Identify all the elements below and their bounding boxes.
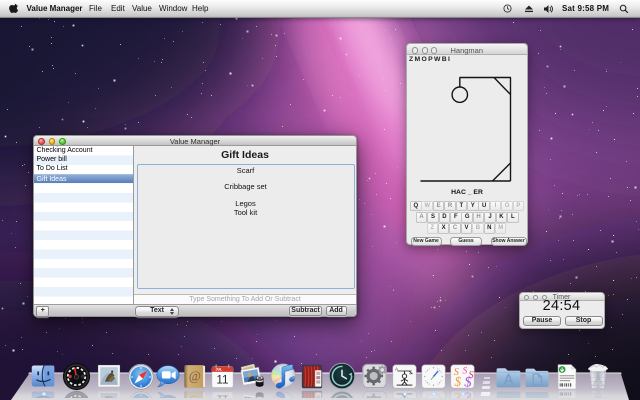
- svg-text:$: $: [454, 374, 461, 389]
- svg-text:JUL: JUL: [215, 368, 223, 372]
- svg-text:11: 11: [216, 374, 228, 387]
- svg-text:$: $: [464, 375, 472, 389]
- svg-text:A: A: [395, 366, 398, 371]
- svg-text:@: @: [189, 368, 201, 383]
